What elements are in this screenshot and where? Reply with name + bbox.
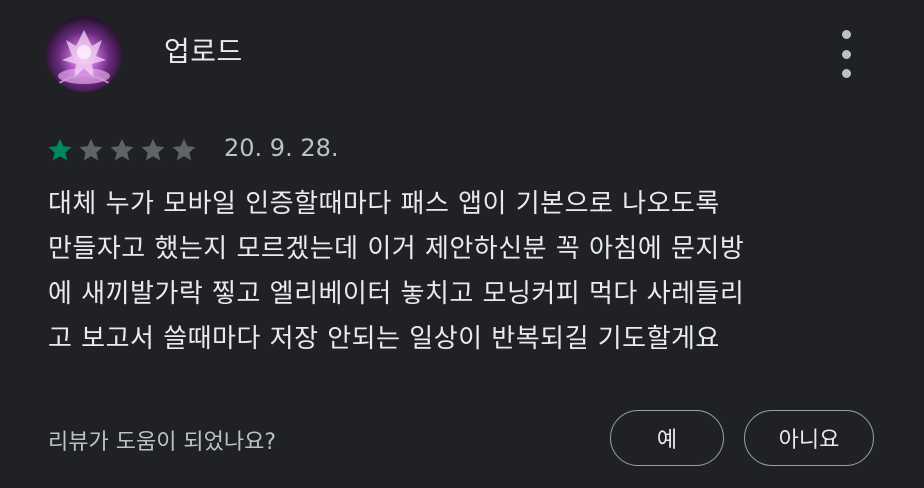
star-rating [46,136,198,164]
helpful-no-button[interactable]: 아니요 [744,410,874,466]
review-line: 만들자고 했는지 모르겠는데 이거 제안하신분 꼭 아침에 문지방 [48,234,745,264]
review-line: 에 새끼발가락 찧고 엘리베이터 놓치고 모닝커피 먹다 사레들리 [48,279,745,309]
menu-dot [841,30,851,39]
star-filled-icon [48,138,72,161]
more-vert-icon[interactable] [830,30,862,78]
reviewer-name: 업로드 [164,35,243,68]
review-line: 대체 누가 모바일 인증할때마다 패스 앱이 기본으로 나오도록 [48,189,720,219]
star-empty-icon [141,138,165,161]
menu-dot [841,69,851,78]
star-empty-icon [172,138,196,161]
avatar-image [57,30,111,85]
helpful-yes-button[interactable]: 예 [610,410,724,466]
review-text: 대체 누가 모바일 인증할때마다 패스 앱이 기본으로 나오도록 만들자고 했는… [48,182,908,362]
star-empty-icon [110,138,134,161]
menu-dot [841,49,851,59]
star-empty-icon [79,138,103,161]
helpful-question: 리뷰가 도움이 되었나요? [48,430,277,455]
review-line: 고 보고서 쓸때마다 저장 안되는 일상이 반복되길 기도할게요 [48,324,720,354]
avatar[interactable] [46,16,122,92]
review-date: 20. 9. 28. [224,134,339,162]
